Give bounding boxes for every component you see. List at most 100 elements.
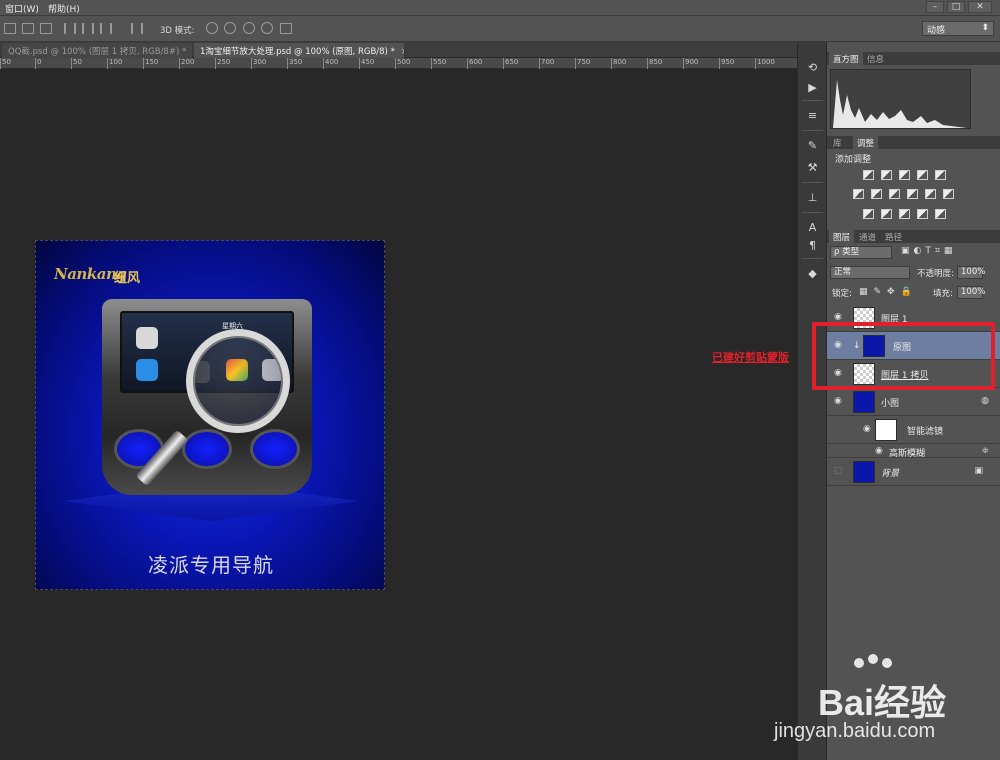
maximize-button[interactable]: □	[947, 1, 965, 13]
layer-row[interactable]: □ 背景 ▣	[827, 458, 1000, 486]
fill-input[interactable]: 100%	[957, 286, 985, 299]
layer-row[interactable]: ◉ 小图 ◍	[827, 388, 1000, 416]
align-right-icon[interactable]	[100, 23, 112, 34]
color-balance-icon[interactable]	[871, 189, 882, 199]
actions-play-icon[interactable]: ▶	[806, 82, 819, 94]
selective-color-icon[interactable]	[917, 209, 928, 219]
visibility-off-icon[interactable]: □	[834, 467, 844, 476]
align-bottom-icon[interactable]	[40, 23, 52, 34]
filter-row[interactable]: ◉ 高斯模糊 ≑	[827, 444, 1000, 459]
character-icon[interactable]: A	[806, 222, 819, 234]
3d-cube-icon[interactable]: ◆	[806, 268, 819, 280]
layer-name: 背景	[881, 469, 900, 479]
chevron-down-icon: ⬍	[981, 23, 989, 33]
color-lookup-icon[interactable]	[943, 189, 954, 199]
menu-help[interactable]: 帮助(H)	[48, 2, 80, 15]
align-vcenter-icon[interactable]	[22, 23, 34, 34]
brush-icon[interactable]: ✎	[806, 140, 819, 152]
3d-roll-icon[interactable]	[224, 22, 236, 34]
ruler-tick: 700	[539, 58, 554, 69]
ruler-tick: 850	[647, 58, 662, 69]
3d-pan-icon[interactable]	[243, 22, 255, 34]
workspace-select[interactable]: 动感 ⬍	[922, 21, 994, 36]
3d-rotate-icon[interactable]	[206, 22, 218, 34]
menu-window[interactable]: 窗口(W)	[5, 2, 39, 15]
threshold-icon[interactable]	[899, 209, 910, 219]
equalizer-app-icon	[136, 327, 158, 349]
align-top-icon[interactable]	[4, 23, 16, 34]
tab-qq-psd[interactable]: QQ截.psd @ 100% (图层 1 拷贝, RGB/8#) *×	[2, 43, 192, 58]
layer-filter-icons[interactable]: ▣◐T⌗▦	[901, 246, 956, 256]
clone-source-icon[interactable]: ⊥	[806, 192, 819, 204]
visibility-eye-icon[interactable]: ◉	[875, 447, 885, 456]
3d-scale-icon[interactable]	[280, 23, 292, 34]
hue-saturation-icon[interactable]	[853, 189, 864, 199]
filter-mask-thumbnail	[875, 419, 897, 441]
air-vent	[182, 429, 232, 469]
paw-icon	[854, 658, 864, 668]
align-hcenter-icon[interactable]	[82, 23, 94, 34]
layer-filter-select[interactable]: ρ 类型	[830, 246, 892, 259]
filter-options-icon[interactable]: ≑	[981, 446, 989, 456]
baidu-watermark: Bai经验 jingyan.baidu.com	[768, 650, 998, 750]
paw-icon	[868, 654, 878, 664]
ruler-tick: 0	[35, 58, 41, 69]
tab-channels[interactable]: 通道	[855, 230, 880, 243]
annotation-highlight-box	[812, 322, 995, 390]
visibility-eye-icon[interactable]: ◉	[863, 425, 873, 434]
visibility-eye-icon[interactable]: ◉	[834, 397, 844, 406]
tab-histogram[interactable]: 直方图	[829, 52, 863, 65]
minimize-button[interactable]: –	[926, 1, 944, 13]
adjust-row-3	[827, 207, 1000, 221]
vibrance-icon[interactable]	[935, 170, 946, 180]
lock-icons[interactable]: ▦✎✥🔒	[859, 287, 918, 297]
histogram-tabs: 直方图 信息	[827, 52, 1000, 65]
invert-icon[interactable]	[863, 209, 874, 219]
tab-library[interactable]: 库	[829, 136, 846, 149]
ruler-tick: 600	[467, 58, 482, 69]
3d-slide-icon[interactable]	[261, 22, 273, 34]
ruler-tick: 450	[359, 58, 374, 69]
adjust-row-2	[827, 187, 1000, 201]
tab-adjustments[interactable]: 调整	[853, 136, 879, 149]
smart-filter-row[interactable]: ◉ 智能滤镜	[827, 416, 1000, 444]
options-bar: 3D 模式: 动感 ⬍	[0, 16, 1000, 42]
levels-icon[interactable]	[881, 170, 892, 180]
brush-settings-icon[interactable]: ⚒	[806, 162, 819, 174]
posterize-icon[interactable]	[881, 209, 892, 219]
divider	[802, 182, 823, 183]
tab-layers[interactable]: 图层	[829, 230, 855, 243]
brightness-icon[interactable]	[863, 170, 874, 180]
adjust-row-1	[827, 168, 1000, 182]
exposure-icon[interactable]	[917, 170, 928, 180]
filter-kind-value: ρ 类型	[834, 247, 860, 257]
tab-paths[interactable]: 路径	[881, 230, 906, 243]
document-canvas[interactable]: Nankang 纽风 星期六 凌派专用导航	[35, 240, 385, 590]
curves-icon[interactable]	[899, 170, 910, 180]
ruler-tick: 100	[107, 58, 122, 69]
paragraph-icon[interactable]: ¶	[806, 240, 819, 252]
info-icon[interactable]: ≡	[806, 110, 819, 122]
black-white-icon[interactable]	[889, 189, 900, 199]
align-left-icon[interactable]	[64, 23, 76, 34]
close-icon[interactable]: ×	[401, 47, 404, 57]
opacity-input[interactable]: 100%	[957, 266, 985, 279]
photo-filter-icon[interactable]	[907, 189, 918, 199]
tab-detail-psd[interactable]: 1淘宝细节放大处理.psd @ 100% (原图, RGB/8) * ×	[194, 43, 404, 58]
channel-mixer-icon[interactable]	[925, 189, 936, 199]
layer-name: 小图	[881, 399, 900, 409]
close-window-button[interactable]: ✕	[968, 1, 992, 13]
ruler-tick: 200	[179, 58, 194, 69]
fill-label: 填充:	[933, 289, 953, 299]
tab-info[interactable]: 信息	[863, 52, 888, 65]
gradient-map-icon[interactable]	[935, 209, 946, 219]
visibility-eye-icon[interactable]: ◉	[834, 313, 844, 322]
blend-mode-select[interactable]: 正常	[830, 266, 910, 279]
lock-label: 锁定:	[832, 289, 852, 299]
horizontal-ruler[interactable]: 50 0 50 100 150 200 250 300 350 400 450 …	[0, 58, 797, 69]
divider	[802, 258, 823, 259]
ruler-tick: 50	[0, 58, 11, 69]
distribute-icon[interactable]	[131, 23, 143, 34]
history-icon[interactable]: ⟲	[806, 62, 819, 74]
ruler-tick: 50	[71, 58, 82, 69]
